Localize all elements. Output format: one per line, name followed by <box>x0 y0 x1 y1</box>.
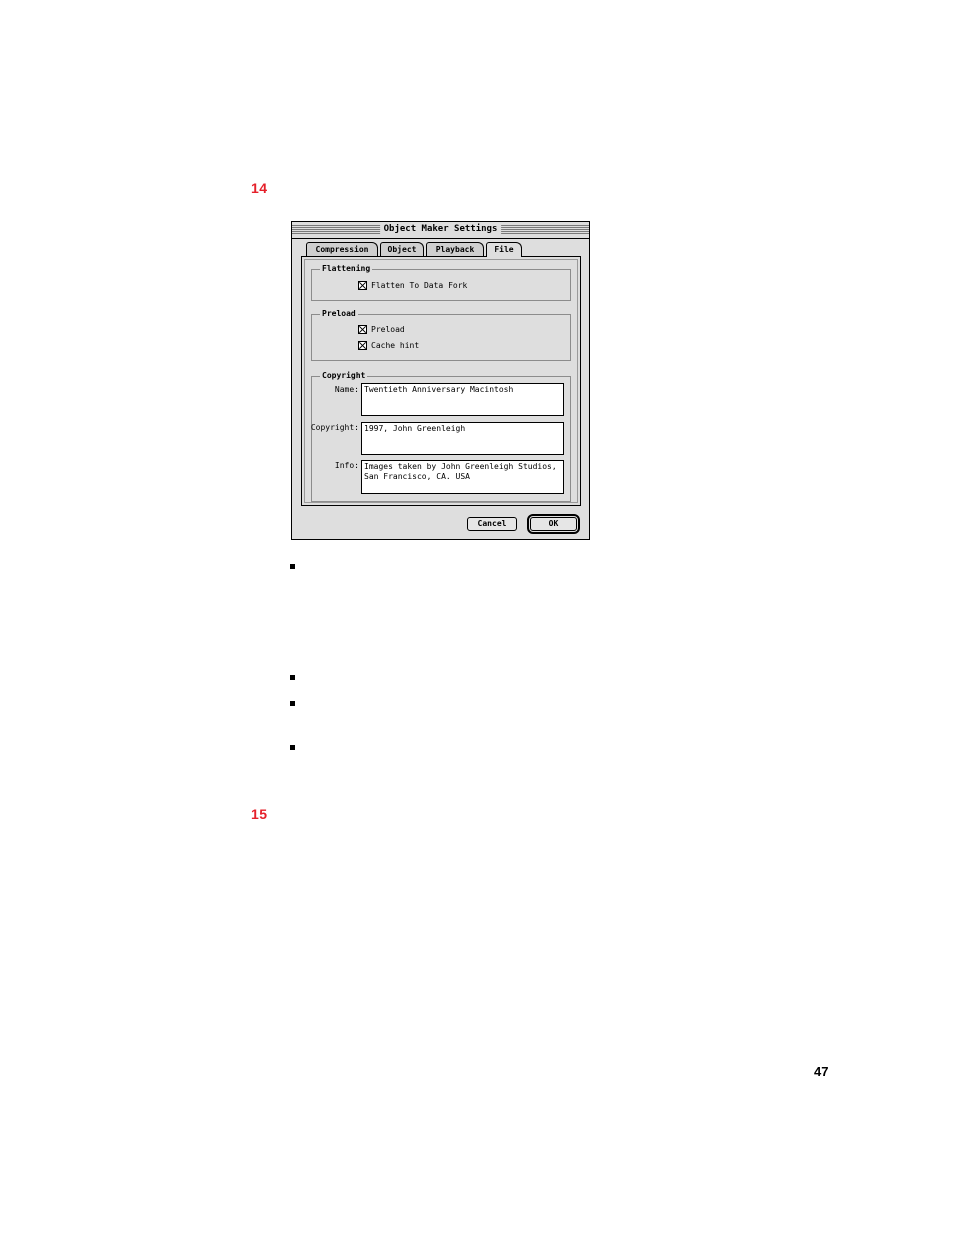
preload-label: Preload <box>371 325 405 334</box>
file-tab-panel: Flattening Flatten To Data Fork Preload … <box>301 256 581 506</box>
preload-group: Preload Preload Cache hint <box>311 308 571 361</box>
copyright-group-title: Copyright <box>320 370 368 381</box>
dialog-title: Object Maker Settings <box>379 223 502 236</box>
cache-hint-label: Cache hint <box>371 341 420 350</box>
cache-hint-option[interactable]: Cache hint <box>358 340 419 351</box>
info-field[interactable]: Images taken by John Greenleigh Studios,… <box>361 460 564 494</box>
flatten-to-data-fork-option[interactable]: Flatten To Data Fork <box>358 280 467 291</box>
copyright-label: Copyright: <box>310 423 359 432</box>
step-number-15: 15 <box>251 806 268 822</box>
preload-option[interactable]: Preload <box>358 324 405 335</box>
flattening-group: Flattening Flatten To Data Fork <box>311 263 571 301</box>
bullet-marker <box>290 564 295 569</box>
copyright-field[interactable]: 1997, John Greenleigh <box>361 422 564 455</box>
step-number-14: 14 <box>251 180 268 196</box>
tab-file[interactable]: File <box>486 242 522 257</box>
preload-group-title: Preload <box>320 308 358 319</box>
name-field[interactable]: Twentieth Anniversary Macintosh <box>361 383 564 416</box>
tab-compression[interactable]: Compression <box>306 242 378 256</box>
copyright-group: Copyright Name: Twentieth Anniversary Ma… <box>310 370 571 502</box>
page-number: 47 <box>814 1064 829 1079</box>
tab-object[interactable]: Object <box>380 242 424 256</box>
bullet-marker <box>290 745 295 750</box>
dialog-titlebar[interactable]: Object Maker Settings <box>292 222 589 239</box>
name-label: Name: <box>334 385 359 394</box>
tab-playback[interactable]: Playback <box>426 242 484 256</box>
bullet-marker <box>290 675 295 680</box>
preload-checkbox[interactable] <box>358 325 367 334</box>
cache-hint-checkbox[interactable] <box>358 341 367 350</box>
ok-button[interactable]: OK <box>527 514 580 534</box>
object-maker-settings-dialog: Object Maker Settings Compression Object… <box>291 221 590 540</box>
cancel-button[interactable]: Cancel <box>467 517 517 531</box>
flattening-group-title: Flattening <box>320 263 373 274</box>
info-label: Info: <box>334 461 359 470</box>
flatten-to-data-fork-checkbox[interactable] <box>358 281 367 290</box>
flatten-to-data-fork-label: Flatten To Data Fork <box>371 281 468 290</box>
bullet-marker <box>290 701 295 706</box>
